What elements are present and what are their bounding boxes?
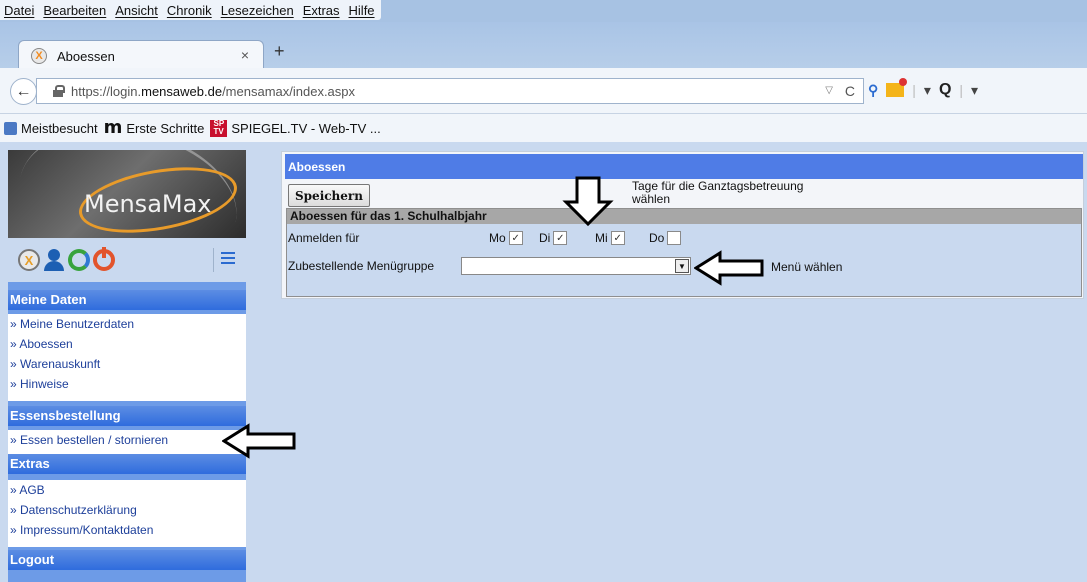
reload-icon[interactable]: C <box>845 83 855 99</box>
addon-icon[interactable]: Q <box>939 81 951 99</box>
sidebar-item-warenauskunft[interactable]: » Warenauskunft <box>8 354 246 374</box>
sidebar-item-essen-bestellen[interactable]: » Essen bestellen / stornieren <box>8 430 246 450</box>
mensamax-logo: MensaMax <box>8 150 246 238</box>
menu-bar: Datei Bearbeiten Ansicht Chronik Lesezei… <box>0 0 1087 22</box>
panel-title: Aboessen <box>285 154 1083 179</box>
power-icon[interactable] <box>93 247 115 271</box>
register-label: Anmelden für <box>288 231 360 245</box>
arrow-left-annotation-icon <box>222 423 296 459</box>
save-button[interactable]: Speichern <box>288 184 370 207</box>
section-essensbestellung: Essensbestellung <box>8 406 246 426</box>
section-extras-list: » AGB » Datenschutzerklärung » Impressum… <box>8 480 246 547</box>
sidebar-icon-row: X <box>8 238 246 282</box>
bookmark-spiegel-tv[interactable]: SP TV SPIEGEL.TV - Web-TV ... <box>210 119 381 137</box>
sidebar: MensaMax X Meine Daten » Meine Benutzerd… <box>8 150 246 582</box>
arrow-left-annotation-icon <box>694 250 764 286</box>
firefox-m-icon: m <box>103 117 123 138</box>
page-content: MensaMax X Meine Daten » Meine Benutzerd… <box>0 142 1087 582</box>
bookmark-icon <box>4 121 17 135</box>
subscription-title: Aboessen für das 1. Schulhalbjahr <box>287 209 1081 224</box>
checkbox-mi[interactable]: ✓ <box>610 231 625 245</box>
menu-ansicht[interactable]: Ansicht <box>115 3 158 18</box>
toolbar-separator: | <box>959 82 964 98</box>
menu-bearbeiten[interactable]: Bearbeiten <box>43 3 106 18</box>
menu-datei[interactable]: Datei <box>4 3 34 18</box>
menu-group-label: Zubestellende Menügruppe <box>288 259 435 273</box>
sidebar-item-datenschutz[interactable]: » Datenschutzerklärung <box>8 500 246 520</box>
lock-icon <box>53 85 65 97</box>
section-essensbestellung-list: » Essen bestellen / stornieren <box>8 430 246 454</box>
arrow-down-annotation-icon <box>562 176 614 227</box>
checkbox-di[interactable]: ✓ <box>553 231 568 245</box>
user-icon[interactable] <box>43 249 65 271</box>
menu-group-select[interactable]: ▼ <box>461 257 691 275</box>
toolbar-icons: ⚲ | ▾ Q | ▾ <box>868 78 978 99</box>
bookmark-erste-schritte[interactable]: m Erste Schritte <box>103 117 205 138</box>
address-bar[interactable]: https://login.mensaweb.de/mensamax/index… <box>36 78 864 104</box>
url-text: https://login.mensaweb.de/mensamax/index… <box>71 84 356 99</box>
dropdown-icon[interactable]: ▾ <box>924 82 931 99</box>
sidebar-item-agb[interactable]: » AGB <box>8 480 246 500</box>
hamburger-menu-icon[interactable] <box>221 252 235 264</box>
checkbox-do[interactable] <box>667 231 682 245</box>
day-di: Di ✓ <box>539 231 568 245</box>
back-button[interactable]: ← <box>10 78 37 105</box>
sidebar-item-impressum[interactable]: » Impressum/Kontaktdaten <box>8 520 246 540</box>
arrow-left-icon: ← <box>15 82 32 100</box>
new-tab-button[interactable]: + <box>274 41 285 62</box>
mensamax-icon[interactable]: X <box>18 249 40 271</box>
aboessen-panel: Aboessen Speichern Tage für die Ganztags… <box>281 151 1084 299</box>
dropdown-icon[interactable]: ▾ <box>971 82 978 99</box>
menu-extras[interactable]: Extras <box>303 3 340 18</box>
close-tab-icon[interactable]: × <box>241 47 249 63</box>
section-meine-daten: Meine Daten <box>8 290 246 310</box>
hint-days-annotation: Tage für die Ganztagsbetreuung wählen <box>632 179 804 206</box>
tab-title: Aboessen <box>57 49 115 64</box>
url-dropdown-icon[interactable]: ▽ <box>825 85 833 96</box>
menu-hilfe[interactable]: Hilfe <box>349 3 375 18</box>
bookmark-meistbesucht[interactable]: Meistbesucht <box>4 121 98 136</box>
chevron-down-icon[interactable]: ▼ <box>675 259 689 273</box>
sidebar-item-aboessen[interactable]: » Aboessen <box>8 334 246 354</box>
tab-strip: X Aboessen × + <box>0 22 1087 70</box>
mensamax-favicon-icon: X <box>31 48 47 64</box>
checkbox-mo[interactable]: ✓ <box>508 231 523 245</box>
notification-mail-icon[interactable] <box>886 78 908 97</box>
subscription-form: Aboessen für das 1. Schulhalbjahr Anmeld… <box>286 208 1082 297</box>
navigation-bar: https://login.mensaweb.de/mensamax/index… <box>0 68 1087 114</box>
toolbar-separator: | <box>912 82 916 98</box>
day-mi: Mi ✓ <box>595 231 625 245</box>
refresh-icon[interactable] <box>68 249 90 271</box>
tab-aboessen[interactable]: X Aboessen × <box>18 40 264 70</box>
spiegel-tv-icon: SP TV <box>210 119 228 137</box>
menu-lesezeichen[interactable]: Lesezeichen <box>221 3 294 18</box>
day-do: Do <box>649 231 682 245</box>
section-extras: Extras <box>8 454 246 474</box>
sidebar-item-benutzerdaten[interactable]: » Meine Benutzerdaten <box>8 314 246 334</box>
hint-menu-annotation: Menü wählen <box>771 260 843 274</box>
menu-chronik[interactable]: Chronik <box>167 3 212 18</box>
section-meine-daten-list: » Meine Benutzerdaten » Aboessen » Waren… <box>8 314 246 401</box>
sidebar-item-hinweise[interactable]: » Hinweise <box>8 374 246 394</box>
logout-link[interactable]: Logout <box>8 550 246 570</box>
search-icon[interactable]: ⚲ <box>868 82 878 99</box>
day-mo: Mo ✓ <box>489 231 523 245</box>
bookmarks-bar: Meistbesucht m Erste Schritte SP TV SPIEGEL… <box>0 114 1087 142</box>
